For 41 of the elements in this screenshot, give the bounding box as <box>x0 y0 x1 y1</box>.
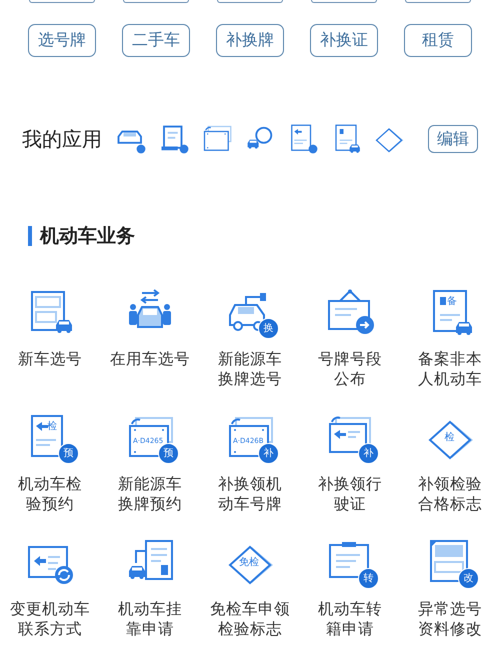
icon-text: 免检 <box>239 558 259 568</box>
section-title: 机动车业务 <box>40 224 135 249</box>
section-marker <box>28 226 32 246</box>
icon-badge: 改 <box>458 568 479 589</box>
icon-text: 检 <box>444 433 454 443</box>
tag-button[interactable] <box>405 0 471 3</box>
service-label[interactable]: 机动车转籍申请 <box>314 599 386 639</box>
service-label[interactable]: 异常选号资料修改 <box>414 599 486 639</box>
icon-badge: 换 <box>258 318 279 339</box>
icon-badge: 预 <box>158 443 179 464</box>
service-label[interactable]: 新车选号 <box>18 349 82 369</box>
service-label[interactable]: 机动车检验预约 <box>14 474 86 514</box>
service-label[interactable]: 变更机动车联系方式 <box>6 599 94 639</box>
tag-button[interactable] <box>29 0 95 3</box>
tag-button[interactable] <box>311 0 377 3</box>
service-label[interactable]: 机动车挂靠申请 <box>114 599 186 639</box>
service-label[interactable]: 新能源车换牌预约 <box>114 474 186 514</box>
section-title: 我的应用 <box>22 126 102 152</box>
service-label[interactable]: 备案非本人机动车 <box>414 349 486 389</box>
icon-badge: 转 <box>358 568 379 589</box>
tag-button[interactable]: 补换证 <box>310 24 378 57</box>
icon-text: 检 <box>47 422 57 432</box>
notice-board-icon <box>325 289 375 337</box>
tag-button[interactable]: 租赁 <box>404 24 472 57</box>
icon-text: 备 <box>447 297 457 307</box>
service-label[interactable]: 免检车申领检验标志 <box>206 599 294 639</box>
icon-badge: 预 <box>58 443 79 464</box>
service-label[interactable]: 补领检验合格标志 <box>414 474 486 514</box>
service-label[interactable]: 新能源车换牌选号 <box>214 349 286 389</box>
icon-badge: 补 <box>358 443 379 464</box>
service-label[interactable]: 在用车选号 <box>110 349 190 369</box>
tag-button[interactable] <box>123 0 189 3</box>
service-label[interactable]: 号牌号段公布 <box>314 349 386 389</box>
tag-button[interactable]: 二手车 <box>122 24 190 57</box>
service-label[interactable]: 补换领机动车号牌 <box>214 474 286 514</box>
edit-button[interactable]: 编辑 <box>428 125 478 153</box>
icon-badge: 补 <box>258 443 279 464</box>
tag-button[interactable] <box>217 0 283 3</box>
tag-button[interactable]: 补换牌 <box>216 24 284 57</box>
service-label[interactable]: 补换领行驶证 <box>314 474 386 514</box>
tag-button[interactable]: 选号牌 <box>28 24 96 57</box>
